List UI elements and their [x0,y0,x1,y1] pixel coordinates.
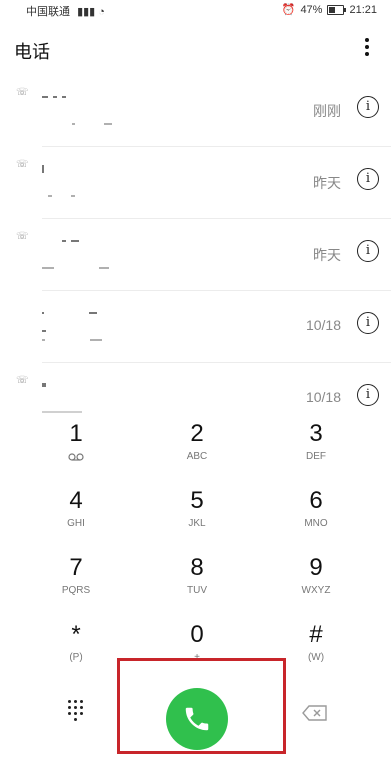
dial-key-5[interactable]: 5 JKL [137,487,257,545]
key-letters: WXYZ [301,585,331,596]
call-details-redacted [42,331,142,341]
status-bar: 中国联通 ▮▮▮ ◔ ⏰ 47% 21:21 [0,0,391,19]
contact-name-redacted [42,376,102,387]
dial-key-7[interactable]: 7 PQRS [16,554,136,612]
key-letters: GHI [67,518,85,529]
outgoing-call-icon: ☏ [16,87,29,98]
clock: 21:21 [349,3,377,16]
key-digit: 2 [190,420,204,447]
app-header: 电话 [0,28,391,68]
call-time: 10/18 [305,317,341,333]
more-vert-icon[interactable] [361,36,373,58]
dialpad-icon[interactable] [66,700,86,721]
key-digit: 7 [69,554,83,581]
key-letters: ABC [186,451,208,462]
key-digit: 8 [190,554,204,581]
page-title: 电话 [14,42,50,62]
key-letters: DEF [306,451,326,462]
key-letters: MNO [304,518,328,529]
call-time: 昨天 [313,247,341,263]
info-icon[interactable]: i [357,384,379,406]
battery-percent: 47% [300,3,323,16]
carrier-label: 中国联通 [26,6,70,18]
call-log-row[interactable]: 10/18 i [42,291,391,363]
contact-name-redacted [42,232,102,242]
dial-key-2[interactable]: 2 ABC [137,420,257,478]
key-digit: 5 [190,487,204,514]
key-letters: JKL [188,518,206,529]
dial-key-3[interactable]: 3 DEF [256,420,376,478]
backspace-icon[interactable] [302,705,328,721]
signal-icon: ▮▮▮ [77,6,96,18]
info-icon[interactable]: i [357,96,379,118]
alarm-icon: ⏰ [281,4,296,16]
dial-key-1[interactable]: 1 [16,420,136,478]
call-details-redacted [42,115,142,125]
info-icon[interactable]: i [357,240,379,262]
key-digit: 4 [69,487,83,514]
voicemail-icon [68,453,84,461]
key-digit: # [309,621,323,648]
dial-key-8[interactable]: 8 TUV [137,554,257,612]
call-details-redacted [42,259,142,269]
contact-name-redacted [42,160,102,173]
key-digit: 3 [309,420,323,447]
outgoing-call-icon: ☏ [16,159,29,170]
call-log-row[interactable]: ☏ 昨天 i [16,219,391,291]
call-log-row[interactable]: ☏ 昨天 i [16,147,391,219]
key-digit: 9 [309,554,323,581]
call-log-row[interactable]: ☏ 刚刚 i [16,75,391,147]
call-log-list: ☏ 刚刚 i ☏ 昨天 i ☏ 昨天 i 10/18 i ☏ 10/18 i [0,75,391,434]
key-digit: 0 [190,621,204,648]
dial-key-4[interactable]: 4 GHI [16,487,136,545]
dial-key-6[interactable]: 6 MNO [256,487,376,545]
key-letters: PQRS [61,585,91,596]
key-digit: * [71,621,81,648]
contact-name-redacted [42,304,102,332]
dial-key-9[interactable]: 9 WXYZ [256,554,376,612]
key-digit: 6 [309,487,323,514]
highlight-box [117,658,286,754]
call-time: 10/18 [305,389,341,405]
call-details-redacted [42,403,142,413]
info-icon[interactable]: i [357,168,379,190]
call-details-redacted [42,187,142,197]
outgoing-call-icon: ☏ [16,231,29,242]
call-time: 昨天 [313,175,341,191]
contact-name-redacted [42,88,102,98]
info-icon[interactable]: i [357,312,379,334]
call-time: 刚刚 [313,103,341,119]
battery-icon [327,4,347,15]
wifi-icon: ◔ [98,6,105,18]
outgoing-call-icon: ☏ [16,375,29,386]
key-digit: 1 [69,420,83,447]
key-letters: TUV [187,585,207,596]
